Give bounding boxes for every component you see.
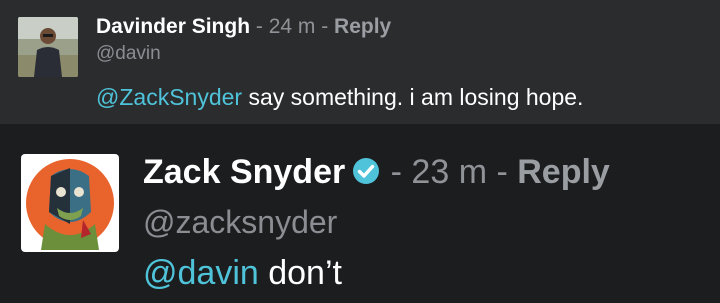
comment-header: Zack Snyder - 23 m - Reply <box>143 152 610 192</box>
comment-body-text: don’t <box>258 254 342 292</box>
timestamp: - 23 m - <box>381 153 518 191</box>
user-photo-avatar-icon <box>18 17 78 77</box>
illustrated-zombie-avatar-icon <box>21 154 119 252</box>
avatar[interactable] <box>21 154 119 252</box>
mention-link[interactable]: @ZackSnyder <box>96 84 242 110</box>
reply-button[interactable]: Reply <box>334 15 391 38</box>
comment-header: Davinder Singh - 24 m - Reply <box>96 13 391 41</box>
comment-text: @ZackSnyder say something. i am losing h… <box>96 84 583 111</box>
author-handle[interactable]: @davin <box>96 43 161 65</box>
comment-zack-snyder: Zack Snyder - 23 m - Reply @zacksnyder @… <box>0 124 720 303</box>
avatar[interactable] <box>18 17 78 77</box>
author-name[interactable]: Zack Snyder <box>143 153 345 191</box>
comment-body-text: say something. i am losing hope. <box>242 84 584 110</box>
author-handle[interactable]: @zacksnyder <box>143 204 337 241</box>
mention-link[interactable]: @davin <box>143 254 259 292</box>
comment-davinder-singh: Davinder Singh - 24 m - Reply @davin @Za… <box>0 0 720 124</box>
timestamp: - 24 m - <box>250 15 335 38</box>
verified-badge-icon <box>353 158 380 184</box>
author-name[interactable]: Davinder Singh <box>96 15 250 38</box>
comment-text: @davin don’t <box>143 254 342 293</box>
reply-button[interactable]: Reply <box>517 153 610 191</box>
